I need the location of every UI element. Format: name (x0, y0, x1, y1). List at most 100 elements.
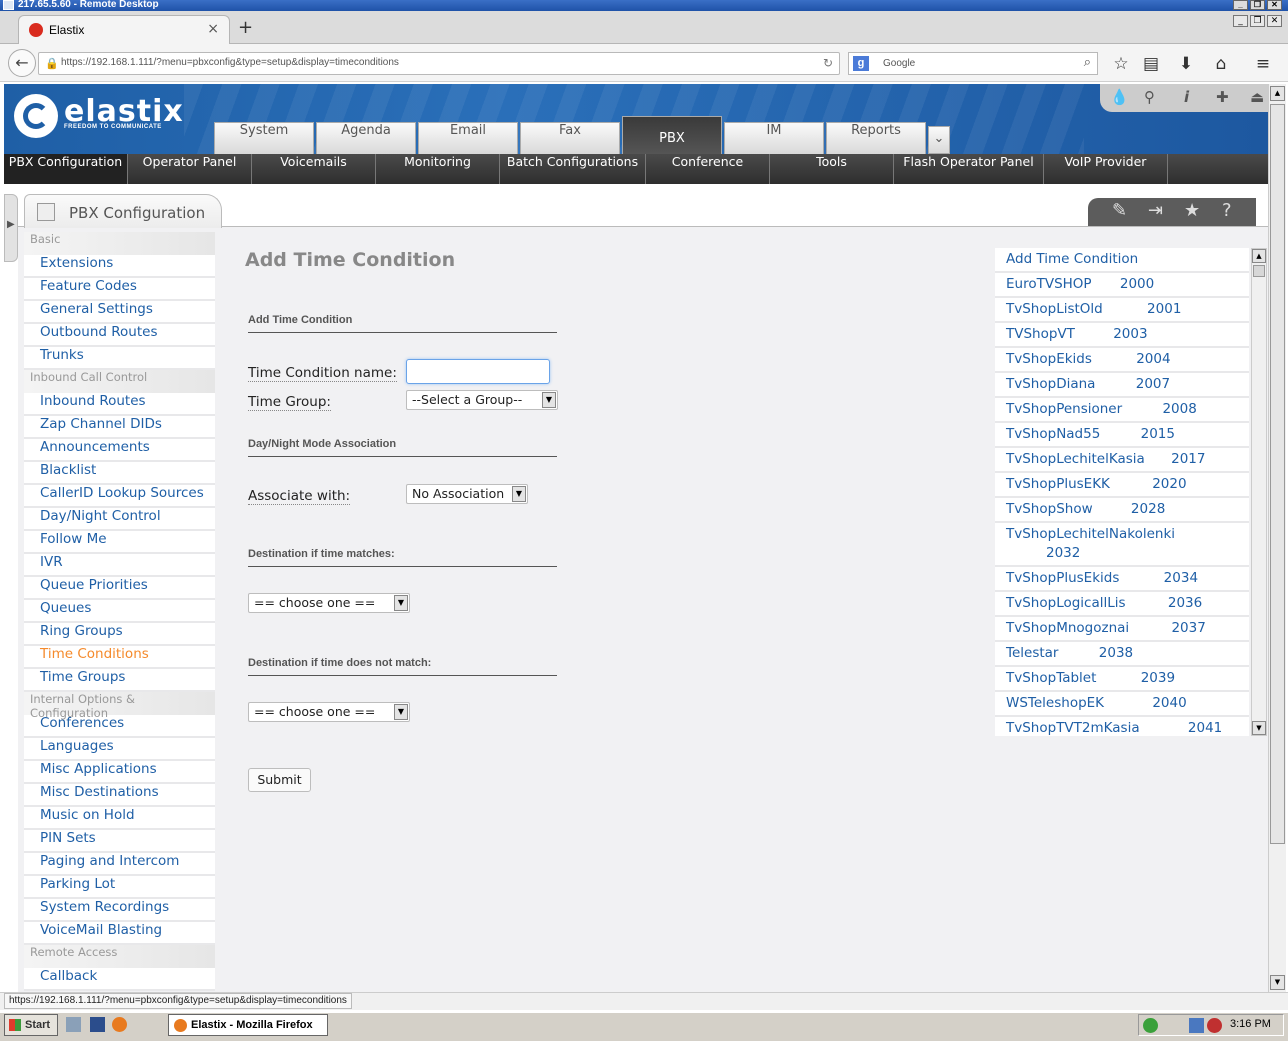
rd-minimize-button[interactable]: _ (1233, 0, 1248, 10)
tab-agenda[interactable]: Agenda (316, 122, 416, 154)
download-icon[interactable]: ⬇ (1175, 54, 1197, 74)
help-icon[interactable]: ? (1222, 200, 1232, 221)
tab-pbx[interactable]: PBX (622, 116, 722, 154)
volume-muted-icon[interactable] (1207, 1018, 1222, 1033)
restore-window-button[interactable]: ❐ (1250, 15, 1265, 27)
time-condition-name-input[interactable] (406, 359, 550, 384)
list-item[interactable]: TvShopListOld 2001 (995, 298, 1249, 323)
search-box[interactable]: g Google ⌕ (848, 52, 1098, 75)
sidebar-item-misc-applications[interactable]: Misc Applications (24, 761, 215, 784)
more-tabs-chevron-icon[interactable]: ⌄ (928, 126, 950, 154)
reload-icon[interactable]: ↻ (823, 56, 833, 70)
list-item[interactable]: TvShopLechitelKasia 2017 (995, 448, 1249, 473)
time-group-select[interactable]: --Select a Group-- ▼ (406, 390, 558, 410)
list-item[interactable]: TvShopPlusEKK 2020 (995, 473, 1249, 498)
sidebar-item-follow-me[interactable]: Follow Me (24, 531, 215, 554)
submenu-batch-configurations[interactable]: Batch Configurations (500, 154, 646, 184)
sidebar-item-pin-sets[interactable]: PIN Sets (24, 830, 215, 853)
tools-icon[interactable]: ✚ (1216, 88, 1229, 106)
list-item[interactable]: TvShopTVT2mKasia 2041 (995, 717, 1249, 736)
close-window-button[interactable]: ✕ (1267, 15, 1282, 27)
sidebar-item-paging-intercom[interactable]: Paging and Intercom (24, 853, 215, 876)
sidebar-toggle[interactable]: ▶ (4, 194, 18, 262)
network-icon[interactable] (1189, 1018, 1204, 1033)
list-item[interactable]: TvShopShow 2028 (995, 498, 1249, 523)
sidebar-item-extensions[interactable]: Extensions (24, 255, 215, 278)
submit-button[interactable]: Submit (248, 768, 311, 792)
home-icon[interactable]: ⌂ (1210, 54, 1232, 74)
list-item[interactable]: TvShopTablet 2039 (995, 667, 1249, 692)
bookmark-star-icon[interactable]: ☆ (1110, 54, 1132, 74)
match-destination-select[interactable]: == choose one == ▼ (248, 593, 410, 613)
logout-icon[interactable]: ⏏ (1250, 88, 1264, 106)
sidebar-item-ivr[interactable]: IVR (24, 554, 215, 577)
sidebar-item-music-on-hold[interactable]: Music on Hold (24, 807, 215, 830)
scroll-down-arrow-icon[interactable]: ▼ (1252, 721, 1266, 735)
sidebar-item-misc-destinations[interactable]: Misc Destinations (24, 784, 215, 807)
menu-icon[interactable]: ≡ (1252, 54, 1274, 74)
sidebar-item-blacklist[interactable]: Blacklist (24, 462, 215, 485)
sidebar-item-ring-groups[interactable]: Ring Groups (24, 623, 215, 646)
submenu-tools[interactable]: Tools (770, 154, 894, 184)
tab-system[interactable]: System (214, 122, 314, 154)
url-text[interactable]: https://192.168.1.111/?menu=pbxconfig&ty… (61, 57, 399, 68)
list-item[interactable]: TvShopLogicallLis 2036 (995, 592, 1249, 617)
sidebar-item-zap-channel-dids[interactable]: Zap Channel DIDs (24, 416, 215, 439)
submenu-pbx-configuration[interactable]: PBX Configuration (4, 154, 128, 184)
taskbar-firefox-window[interactable]: Elastix - Mozilla Firefox (168, 1014, 328, 1036)
sidebar-item-languages[interactable]: Languages (24, 738, 215, 761)
search-tool-icon[interactable]: ⚲ (1144, 88, 1155, 106)
scrollbar-thumb[interactable] (1270, 104, 1285, 844)
submenu-voip-provider[interactable]: VoIP Provider (1044, 154, 1168, 184)
list-item[interactable]: TvShopPensioner 2008 (995, 398, 1249, 423)
association-select[interactable]: No Association ▼ (406, 484, 528, 504)
sidebar-item-trunks[interactable]: Trunks (24, 347, 215, 370)
powershell-icon[interactable] (90, 1017, 105, 1032)
list-item[interactable]: WSTeleshopEK 2040 (995, 692, 1249, 717)
rd-restore-button[interactable]: ❐ (1250, 0, 1265, 10)
list-item[interactable]: TvShopDiana 2007 (995, 373, 1249, 398)
reading-list-icon[interactable]: ▤ (1140, 54, 1162, 74)
sidebar-item-general-settings[interactable]: General Settings (24, 301, 215, 324)
browser-tab[interactable]: Elastix × (18, 15, 230, 44)
firefox-icon[interactable] (112, 1017, 127, 1032)
close-tab-icon[interactable]: × (207, 21, 219, 37)
url-bar[interactable]: 🔒 https://192.168.1.111/?menu=pbxconfig&… (38, 52, 840, 75)
submenu-flash-operator-panel[interactable]: Flash Operator Panel (894, 154, 1044, 184)
submenu-operator-panel[interactable]: Operator Panel (128, 154, 252, 184)
favorite-star-icon[interactable]: ★ (1184, 200, 1200, 221)
sidebar-item-conferences[interactable]: Conferences (24, 715, 215, 738)
list-item[interactable]: TvShopLechitelNakolenki 2032 (995, 523, 1249, 567)
new-tab-icon[interactable]: + (238, 17, 253, 38)
sidebar-item-callerid-lookup[interactable]: CallerID Lookup Sources (24, 485, 215, 508)
info-icon[interactable]: i (1184, 88, 1189, 106)
submenu-conference[interactable]: Conference (646, 154, 770, 184)
sidebar-item-voicemail-blasting[interactable]: VoiceMail Blasting (24, 922, 215, 945)
page-scrollbar[interactable]: ▲ ▼ (1268, 84, 1286, 992)
submenu-voicemails[interactable]: Voicemails (252, 154, 376, 184)
sidebar-item-announcements[interactable]: Announcements (24, 439, 215, 462)
tab-fax[interactable]: Fax (520, 122, 620, 154)
sidebar-item-queue-priorities[interactable]: Queue Priorities (24, 577, 215, 600)
scroll-up-arrow-icon[interactable]: ▲ (1252, 249, 1266, 263)
list-item[interactable]: TvShopMnogoznai 2037 (995, 617, 1249, 642)
scroll-down-arrow-icon[interactable]: ▼ (1270, 975, 1285, 990)
sidebar-item-time-conditions[interactable]: Time Conditions (24, 646, 215, 669)
minimize-window-button[interactable]: _ (1233, 15, 1248, 27)
list-item-add[interactable]: Add Time Condition (995, 248, 1249, 273)
tab-email[interactable]: Email (418, 122, 518, 154)
back-button[interactable]: ← (8, 49, 36, 77)
rd-close-button[interactable]: ✕ (1267, 0, 1282, 10)
list-item[interactable]: TvShopPlusEkids 2034 (995, 567, 1249, 592)
scroll-up-arrow-icon[interactable]: ▲ (1270, 86, 1285, 101)
nomatch-destination-select[interactable]: == choose one == ▼ (248, 702, 410, 722)
sidebar-item-callback[interactable]: Callback (24, 968, 215, 991)
theme-drop-icon[interactable]: 💧 (1110, 88, 1129, 106)
sidebar-item-parking-lot[interactable]: Parking Lot (24, 876, 215, 899)
sidebar-item-day-night-control[interactable]: Day/Night Control (24, 508, 215, 531)
edit-icon[interactable]: ✎ (1112, 200, 1127, 221)
tab-reports[interactable]: Reports (826, 122, 926, 154)
sidebar-item-system-recordings[interactable]: System Recordings (24, 899, 215, 922)
security-shield-icon[interactable] (1143, 1018, 1158, 1033)
tab-im[interactable]: IM (724, 122, 824, 154)
